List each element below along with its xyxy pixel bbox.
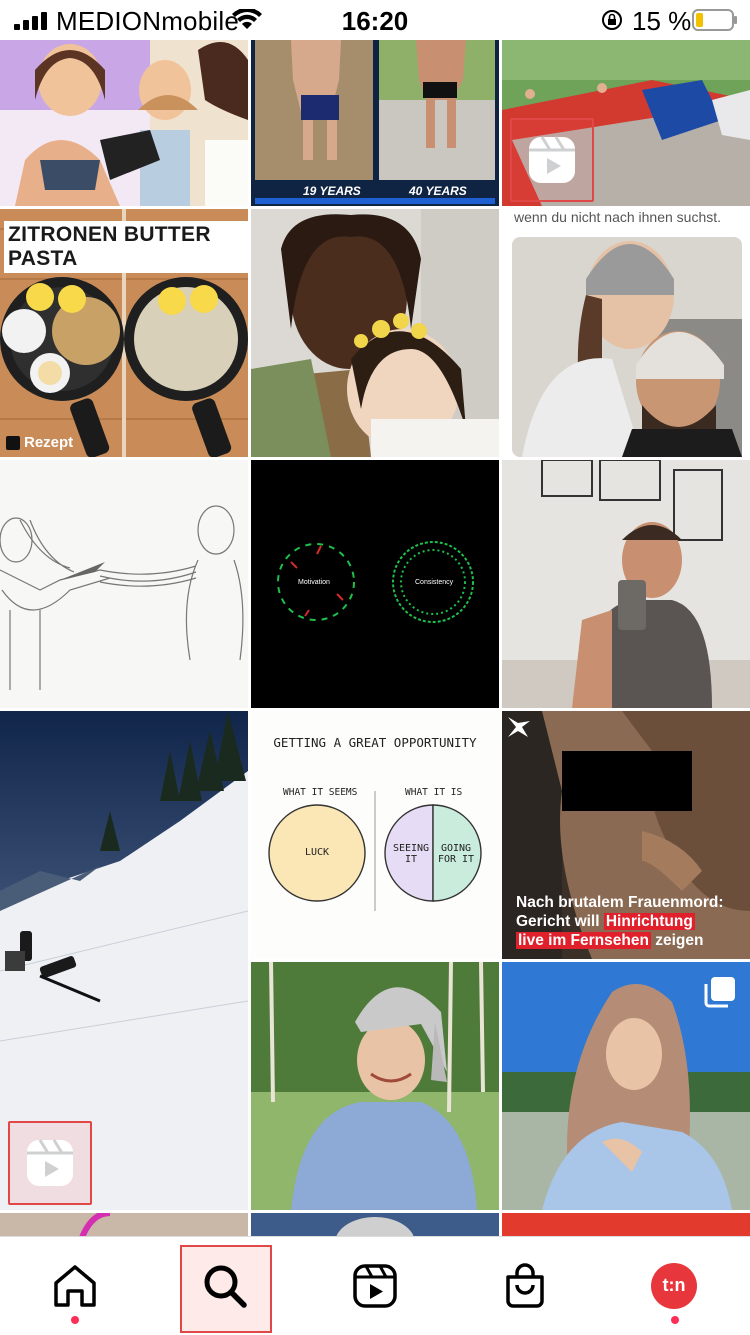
post-tile-trampoline-reel[interactable] <box>502 40 750 206</box>
reels-icon <box>27 1139 73 1186</box>
couple-beanies-photo <box>502 209 750 457</box>
recipe-footer-label: Rezept <box>24 434 74 451</box>
wifi-icon <box>232 9 262 29</box>
post-tile-opportunity[interactable]: GETTING A GREAT OPPORTUNITY WHAT IT SEEM… <box>251 711 499 959</box>
post-tile-hijab-woman[interactable] <box>502 962 750 1210</box>
post-tile-towel-woman[interactable] <box>251 962 499 1210</box>
reel-badge <box>510 118 594 202</box>
reels-icon <box>353 1264 397 1308</box>
post-tile-couple-beanies[interactable]: wenn du nicht nach ihnen suchst. <box>502 209 750 457</box>
orientation-lock-icon <box>602 10 622 30</box>
caption-crop-text: wenn du nicht nach ihnen suchst. <box>514 209 722 225</box>
news-headline-line1: Nach brutalem Frauenmord: <box>516 894 724 911</box>
home-icon <box>54 1265 96 1307</box>
going-for-it-label: GOING FOR IT <box>437 843 475 865</box>
home-notification-dot <box>71 1316 79 1324</box>
news-headline: Nach brutalem Frauenmord: Gericht will H… <box>516 893 750 950</box>
partial-photo-1 <box>0 1213 248 1236</box>
tab-profile[interactable]: t:n <box>600 1237 750 1335</box>
luck-label: LUCK <box>304 847 330 858</box>
partial-photo-2 <box>251 1213 499 1236</box>
status-bar: MEDIONmobile 16:20 15 % <box>0 0 750 40</box>
post-tile-partial-3[interactable] <box>502 1213 750 1236</box>
post-tile-partial-1[interactable] <box>0 1213 248 1236</box>
post-tile-age-comparison[interactable]: 19 YEARS 40 YEARS <box>251 40 499 206</box>
post-tile-comic[interactable] <box>0 40 248 206</box>
post-tile-mirror-selfie[interactable] <box>502 460 750 708</box>
consistency-label: Consistency <box>415 579 454 586</box>
shopping-bag-icon <box>506 1263 544 1308</box>
what-it-is-label: WHAT IT IS <box>405 787 463 798</box>
post-tile-motivation[interactable]: Motivation Consistency <box>251 460 499 708</box>
reels-icon <box>529 136 575 183</box>
tiktok-icon <box>6 435 20 450</box>
tab-reels[interactable] <box>300 1237 450 1335</box>
tab-search[interactable] <box>150 1237 300 1335</box>
bottom-tab-bar: t:n <box>0 1236 750 1335</box>
recipe-title-banner: ZITRONEN BUTTER PASTA <box>4 221 248 273</box>
seeing-it-label: SEEING IT <box>392 843 430 865</box>
couple-photo <box>251 209 499 457</box>
mirror-selfie-photo <box>502 460 750 708</box>
battery-icon <box>692 9 737 31</box>
what-it-seems-label: WHAT IT SEEMS <box>283 787 358 798</box>
post-tile-sketch[interactable] <box>0 460 248 708</box>
post-tile-ski-reel[interactable] <box>0 711 248 1210</box>
post-tile-news[interactable]: Nach brutalem Frauenmord: Gericht will H… <box>502 711 750 959</box>
battery-percent: 15 % <box>632 6 692 36</box>
age-comparison-photo <box>251 40 499 206</box>
news-headline-line2a: Gericht will <box>516 913 604 930</box>
motivation-consistency-graphic <box>251 460 499 708</box>
explore-grid[interactable]: 19 YEARS 40 YEARS ZITRONEN BUTTER PASTA … <box>0 40 750 1236</box>
sketch-illustration <box>0 460 248 708</box>
tab-home[interactable] <box>0 1237 150 1335</box>
signal-icon <box>14 12 47 30</box>
opportunity-title: GETTING A GREAT OPPORTUNITY <box>273 735 477 750</box>
post-tile-couple-flowers[interactable] <box>251 209 499 457</box>
news-headline-line3a: live im Fernsehen <box>516 932 651 949</box>
search-icon <box>204 1265 247 1308</box>
age-label-left: 19 YEARS <box>303 184 361 198</box>
towel-woman-photo <box>251 962 499 1210</box>
carousel-icon <box>704 977 735 1008</box>
profile-notification-dot <box>671 1316 679 1324</box>
recipe-footer: Rezept <box>6 434 73 451</box>
tab-shop[interactable] <box>450 1237 600 1335</box>
post-tile-partial-2[interactable] <box>251 1213 499 1236</box>
post-tile-pasta[interactable]: ZITRONEN BUTTER PASTA Rezept <box>0 209 248 457</box>
carrier-name: MEDIONmobile <box>56 6 239 36</box>
comic-illustration <box>0 40 248 206</box>
profile-avatar: t:n <box>651 1263 697 1309</box>
motivation-label: Motivation <box>298 579 330 586</box>
age-label-right: 40 YEARS <box>409 184 467 198</box>
news-headline-line2b: Hinrichtung <box>603 913 695 930</box>
news-headline-line3b: zeigen <box>650 932 704 949</box>
reel-badge <box>8 1121 92 1205</box>
